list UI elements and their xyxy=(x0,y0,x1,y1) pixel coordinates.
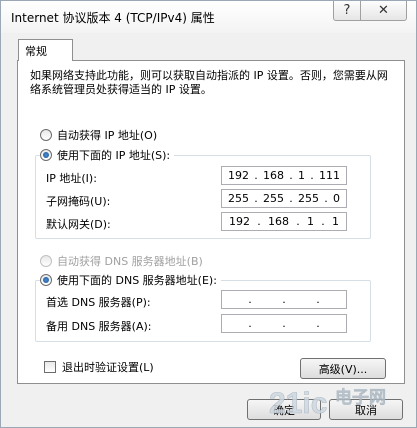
radio-auto-dns-label: 自动获得 DNS 服务器地址(B) xyxy=(57,255,203,268)
radio-manual-dns-circle[interactable] xyxy=(40,274,52,286)
properties-dialog: Internet 协议版本 4 (TCP/IPv4) 属性 ? ✕ 常规 如果网… xyxy=(0,0,417,428)
watermark-text-big: 21ic xyxy=(269,387,327,420)
radio-manual-dns-label: 使用下面的 DNS 服务器地址(E): xyxy=(57,274,217,287)
octet: 1 xyxy=(332,215,339,228)
close-button[interactable]: ✕ xyxy=(361,1,407,21)
radio-manual-dns[interactable]: 使用下面的 DNS 服务器地址(E): xyxy=(40,272,221,288)
general-panel: 如果网络支持此功能，则可以获取自动指派的 IP 设置。否则，您需要从网络系统管理… xyxy=(17,60,405,384)
validate-settings-label: 退出时验证设置(L) xyxy=(62,361,154,374)
radio-manual-ip-circle[interactable] xyxy=(40,149,52,161)
watermark-text-cn: 电子网 xyxy=(335,387,386,408)
octet: 168 xyxy=(268,215,289,228)
subnet-mask-input[interactable]: 255. 255. 255. 0 xyxy=(221,189,347,208)
default-gateway-input[interactable]: 192. 168. 1. 1 xyxy=(221,212,347,231)
octet: 111 xyxy=(319,169,340,182)
window-title: Internet 协议版本 4 (TCP/IPv4) 属性 xyxy=(11,11,215,25)
alternate-dns-label: 备用 DNS 服务器(A): xyxy=(46,320,152,333)
ip-address-label: IP 地址(I): xyxy=(46,172,97,185)
radio-manual-ip-label: 使用下面的 IP 地址(S): xyxy=(57,149,171,162)
default-gateway-label: 默认网关(D): xyxy=(46,218,111,231)
ip-address-input[interactable]: 192. 168. 1. 111 xyxy=(221,166,347,185)
octet: 192 xyxy=(228,169,249,182)
octet: 0 xyxy=(333,192,340,205)
radio-auto-ip-label: 自动获得 IP 地址(O) xyxy=(57,129,158,142)
watermark-logo: 21ic 电子网 xyxy=(269,387,387,421)
tab-general[interactable]: 常规 xyxy=(18,39,73,61)
close-icon: ✕ xyxy=(378,3,389,18)
octet: 168 xyxy=(263,169,284,182)
radio-manual-ip[interactable]: 使用下面的 IP 地址(S): xyxy=(40,147,175,163)
radio-auto-ip[interactable]: 自动获得 IP 地址(O) xyxy=(40,127,157,143)
subnet-mask-label: 子网掩码(U): xyxy=(46,195,111,208)
octet: 1 xyxy=(307,215,314,228)
preferred-dns-input[interactable]: . . . xyxy=(221,290,347,309)
radio-auto-dns[interactable]: 自动获得 DNS 服务器地址(B) xyxy=(40,253,203,269)
octet: 255 xyxy=(228,192,249,205)
alternate-dns-input[interactable]: . . . xyxy=(221,314,347,333)
title-bar: Internet 协议版本 4 (TCP/IPv4) 属性 ? ✕ xyxy=(1,1,416,33)
validate-settings-checkbox[interactable]: 退出时验证设置(L) xyxy=(44,359,154,375)
preferred-dns-label: 首选 DNS 服务器(P): xyxy=(46,296,151,309)
validate-settings-box[interactable] xyxy=(44,361,56,373)
help-icon: ? xyxy=(343,3,351,18)
radio-auto-ip-circle[interactable] xyxy=(40,129,52,141)
radio-auto-dns-circle[interactable] xyxy=(40,255,52,267)
help-button[interactable]: ? xyxy=(333,1,361,21)
description-text: 如果网络支持此功能，则可以获取自动指派的 IP 设置。否则，您需要从网络系统管理… xyxy=(30,69,388,96)
octet: 192 xyxy=(229,215,250,228)
octet: 1 xyxy=(298,169,305,182)
octet: 255 xyxy=(298,192,319,205)
octet: 255 xyxy=(263,192,284,205)
